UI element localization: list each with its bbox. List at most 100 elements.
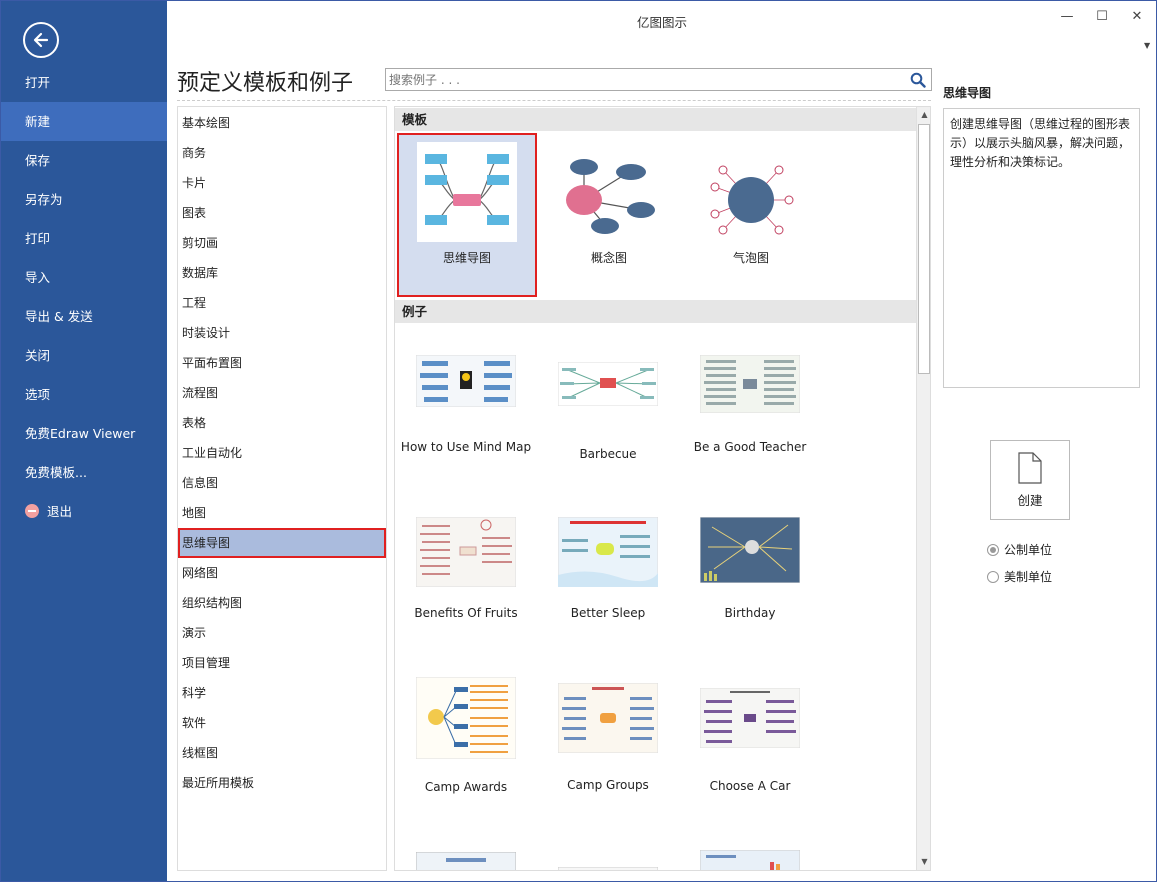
title-bar: 亿图图示 — ☐ ✕ ▼ bbox=[167, 1, 1157, 50]
example-thumbnail-partial[interactable] bbox=[416, 852, 516, 871]
unit-option-metric[interactable]: 公制单位 bbox=[987, 541, 1052, 558]
exit-icon bbox=[25, 504, 39, 518]
scroll-down-button[interactable]: ▼ bbox=[917, 854, 930, 870]
scroll-up-button[interactable]: ▲ bbox=[917, 107, 930, 123]
example-label: Choose A Car bbox=[709, 779, 791, 793]
template-label: 概念图 bbox=[590, 251, 627, 265]
page-title: 预定义模板和例子 bbox=[177, 71, 354, 96]
category-item[interactable]: 地图 bbox=[178, 498, 386, 528]
search-box bbox=[385, 68, 932, 91]
menu-item-save[interactable]: 保存 bbox=[1, 141, 167, 180]
category-item[interactable]: 组织结构图 bbox=[178, 588, 386, 618]
example-tile[interactable]: Camp Awards bbox=[396, 677, 536, 807]
example-thumbnail-icon bbox=[416, 517, 516, 587]
category-item[interactable]: 工业自动化 bbox=[178, 438, 386, 468]
category-item[interactable]: 图表 bbox=[178, 198, 386, 228]
menu-item-close[interactable]: 关闭 bbox=[1, 336, 167, 375]
menu-item-print[interactable]: 打印 bbox=[1, 219, 167, 258]
backstage-sidebar: 打开 新建 保存 另存为 打印 导入 导出 & 发送 关闭 选项 免费Edraw… bbox=[1, 1, 167, 881]
template-tile-mind-map[interactable]: 思维导图 bbox=[397, 133, 537, 297]
menu-item-free-viewer[interactable]: 免费Edraw Viewer bbox=[1, 414, 167, 453]
us-radio[interactable] bbox=[987, 570, 999, 583]
example-thumbnail-icon bbox=[416, 677, 516, 759]
menu-item-open[interactable]: 打开 bbox=[1, 63, 167, 102]
menu-item-export-send[interactable]: 导出 & 发送 bbox=[1, 297, 167, 336]
category-item[interactable]: 网络图 bbox=[178, 558, 386, 588]
scroll-thumb[interactable] bbox=[918, 124, 930, 374]
category-item[interactable]: 线框图 bbox=[178, 738, 386, 768]
example-label: Be a Good Teacher bbox=[693, 440, 807, 454]
maximize-button[interactable]: ☐ bbox=[1092, 8, 1112, 26]
category-list: 基本绘图 商务 卡片 图表 剪切画 数据库 工程 时装设计 平面布置图 流程图 … bbox=[178, 108, 386, 798]
category-item[interactable]: 科学 bbox=[178, 678, 386, 708]
category-item[interactable]: 最近所用模板 bbox=[178, 768, 386, 798]
template-tile-concept-map[interactable]: 概念图 bbox=[539, 135, 679, 299]
header-divider bbox=[177, 100, 931, 101]
back-button[interactable] bbox=[23, 22, 59, 58]
example-thumbnail-partial[interactable] bbox=[558, 867, 658, 871]
example-thumbnail-icon bbox=[558, 517, 658, 587]
window-title: 亿图图示 bbox=[636, 15, 687, 30]
template-tile-bubble-diagram[interactable]: 气泡图 bbox=[681, 135, 821, 299]
category-item[interactable]: 表格 bbox=[178, 408, 386, 438]
example-thumbnail-partial[interactable] bbox=[700, 850, 800, 871]
category-item[interactable]: 时装设计 bbox=[178, 318, 386, 348]
example-tile[interactable]: Benefits Of Fruits bbox=[396, 517, 536, 647]
app-window: 打开 新建 保存 另存为 打印 导入 导出 & 发送 关闭 选项 免费Edraw… bbox=[0, 0, 1157, 882]
menu-item-import[interactable]: 导入 bbox=[1, 258, 167, 297]
details-title: 思维导图 bbox=[943, 86, 992, 100]
create-button-label: 创建 bbox=[1017, 493, 1043, 508]
category-item[interactable]: 工程 bbox=[178, 288, 386, 318]
template-label: 思维导图 bbox=[442, 251, 491, 265]
example-tile[interactable]: Better Sleep bbox=[538, 517, 678, 647]
new-document-icon bbox=[1018, 452, 1042, 484]
example-tile[interactable]: Barbecue bbox=[538, 362, 678, 492]
category-item[interactable]: 卡片 bbox=[178, 168, 386, 198]
example-tile[interactable]: How to Use Mind Map bbox=[396, 355, 536, 485]
example-thumbnail-icon bbox=[700, 688, 800, 748]
category-item[interactable]: 软件 bbox=[178, 708, 386, 738]
mind-map-icon bbox=[417, 142, 517, 242]
category-item[interactable]: 流程图 bbox=[178, 378, 386, 408]
metric-radio[interactable] bbox=[987, 543, 999, 556]
menu-item-save-as[interactable]: 另存为 bbox=[1, 180, 167, 219]
example-tile[interactable]: Birthday bbox=[680, 517, 820, 647]
category-item[interactable]: 商务 bbox=[178, 138, 386, 168]
category-item[interactable]: 项目管理 bbox=[178, 648, 386, 678]
minimize-button[interactable]: — bbox=[1057, 8, 1077, 26]
menu-item-exit-label: 退出 bbox=[47, 504, 73, 519]
category-item[interactable]: 信息图 bbox=[178, 468, 386, 498]
example-thumbnail-icon bbox=[700, 355, 800, 413]
examples-section-header: 例子 bbox=[395, 300, 916, 323]
category-item[interactable]: 演示 bbox=[178, 618, 386, 648]
search-icon[interactable] bbox=[910, 72, 926, 88]
example-label: Better Sleep bbox=[570, 606, 646, 620]
gallery-scrollbar[interactable]: ▲ ▼ bbox=[916, 107, 930, 870]
unit-option-us[interactable]: 美制单位 bbox=[987, 568, 1052, 585]
category-item[interactable]: 数据库 bbox=[178, 258, 386, 288]
category-item-mind-map[interactable]: 思维导图 bbox=[178, 528, 386, 558]
example-thumbnail-icon bbox=[558, 362, 658, 406]
menu-item-options[interactable]: 选项 bbox=[1, 375, 167, 414]
concept-map-icon bbox=[566, 159, 655, 234]
template-label: 气泡图 bbox=[732, 251, 769, 265]
ribbon-options-dropdown[interactable]: ▼ bbox=[1144, 41, 1150, 50]
example-tile[interactable]: Choose A Car bbox=[680, 688, 820, 818]
menu-item-free-templates[interactable]: 免费模板... bbox=[1, 453, 167, 492]
menu-item-new[interactable]: 新建 bbox=[1, 102, 167, 141]
category-item[interactable]: 基本绘图 bbox=[178, 108, 386, 138]
category-item[interactable]: 剪切画 bbox=[178, 228, 386, 258]
example-label: Benefits Of Fruits bbox=[414, 606, 518, 620]
category-panel: 基本绘图 商务 卡片 图表 剪切画 数据库 工程 时装设计 平面布置图 流程图 … bbox=[177, 106, 387, 871]
bubble-diagram-icon bbox=[710, 165, 794, 235]
example-tile[interactable]: Camp Groups bbox=[538, 683, 678, 813]
example-tile[interactable]: Be a Good Teacher bbox=[680, 355, 820, 485]
example-label: Camp Awards bbox=[424, 780, 508, 794]
example-thumbnail-icon bbox=[700, 517, 800, 583]
close-button[interactable]: ✕ bbox=[1127, 8, 1147, 26]
category-item[interactable]: 平面布置图 bbox=[178, 348, 386, 378]
backstage-menu: 打开 新建 保存 另存为 打印 导入 导出 & 发送 关闭 选项 免费Edraw… bbox=[1, 63, 167, 531]
search-input[interactable] bbox=[386, 69, 896, 90]
menu-item-exit[interactable]: 退出 bbox=[1, 492, 167, 531]
create-button[interactable]: 创建 bbox=[990, 440, 1070, 520]
